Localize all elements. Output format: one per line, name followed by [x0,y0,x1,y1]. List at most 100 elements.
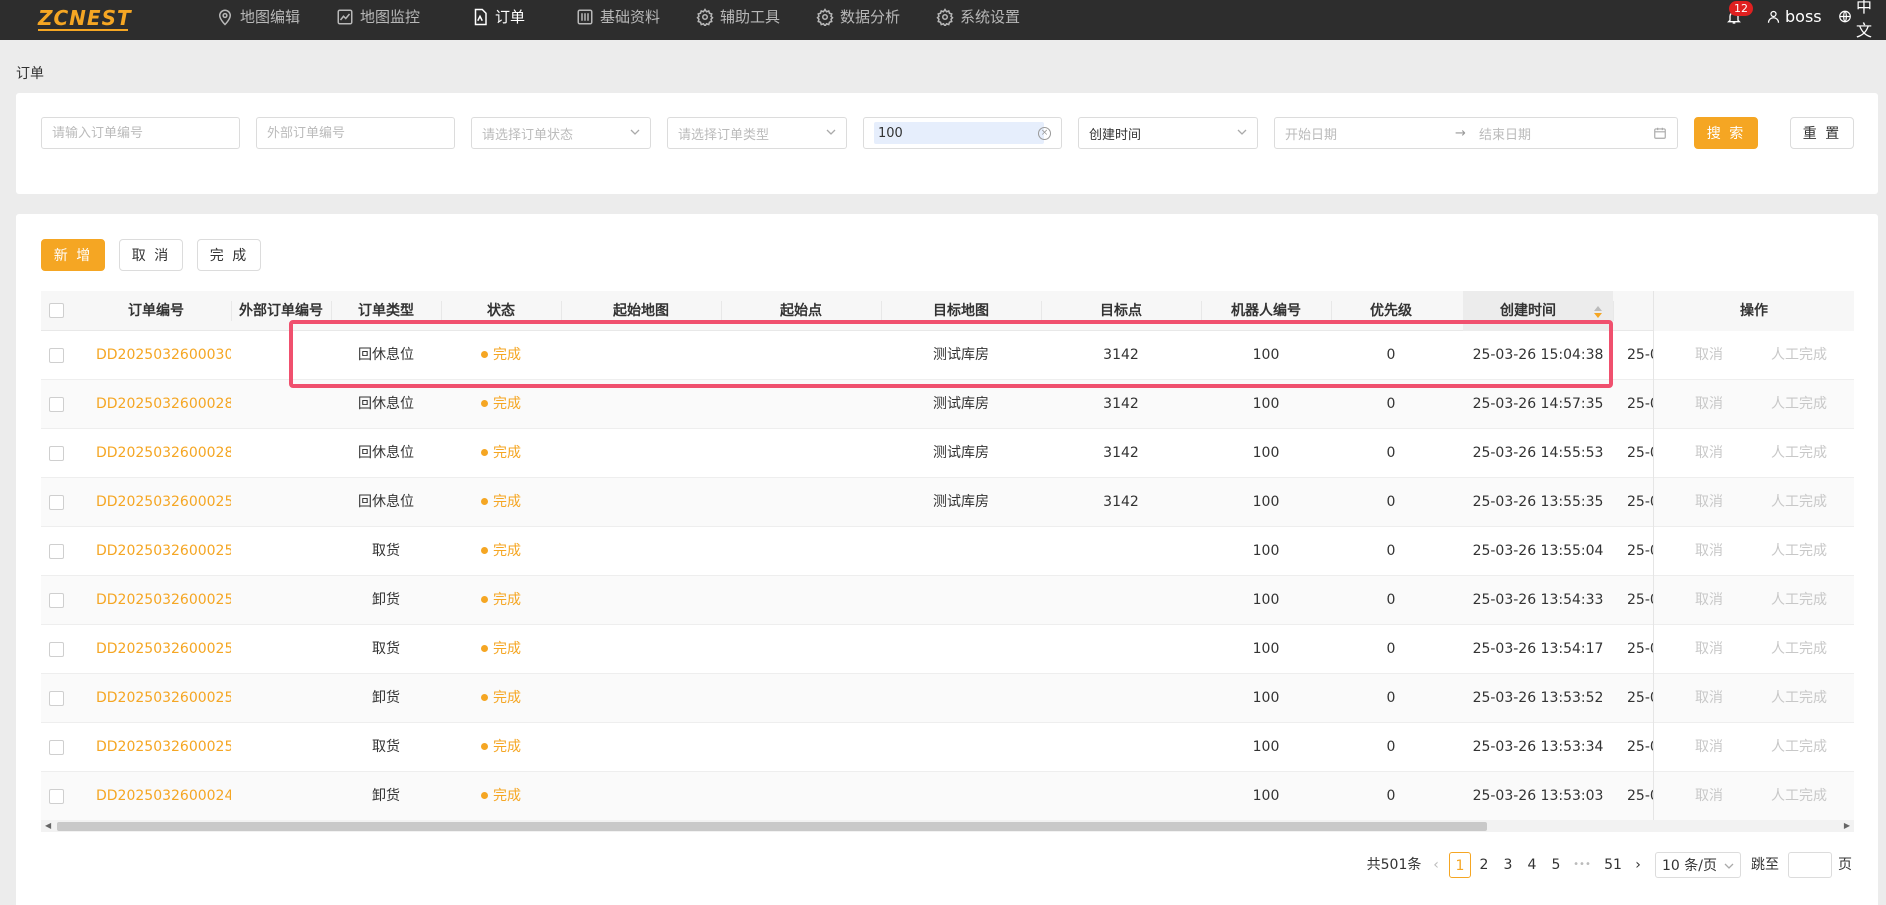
cell-order-no[interactable]: DD20250326000249 [81,772,231,821]
brand-logo[interactable]: ZCNEST [38,6,132,30]
row-checkbox[interactable] [49,593,64,608]
cell-order-no[interactable]: DD20250326000255 [81,478,231,527]
table-row[interactable]: DD20250326000251 卸货 完成 100 0 25-03-26 13:53:5… [41,674,1854,723]
row-checkbox[interactable] [49,348,64,363]
row-manual-complete-button[interactable]: 人工完成 [1754,625,1844,674]
table-row[interactable]: DD20250326000252 取货 完成 100 0 25-03-26 13:54:1… [41,625,1854,674]
page-size-select[interactable]: 10 条/页 [1655,852,1741,878]
reset-button[interactable]: 重 置 [1790,117,1854,149]
row-manual-complete-button[interactable]: 人工完成 [1754,331,1844,380]
nav-item-map-edit[interactable]: 地图编辑 [216,0,300,33]
external-order-input[interactable] [256,117,455,149]
row-checkbox[interactable] [49,495,64,510]
clear-icon[interactable]: × [1038,127,1051,140]
row-checkbox[interactable] [49,642,64,657]
robot-number-value[interactable]: 100 [874,122,1044,144]
cell-order-no[interactable]: DD20250326000254 [81,527,231,576]
row-cancel-button[interactable]: 取消 [1684,674,1734,723]
row-manual-complete-button[interactable]: 人工完成 [1754,429,1844,478]
page-button-2[interactable]: 2 [1473,852,1495,878]
nav-item-aux-tools[interactable]: 辅助工具 [696,0,780,33]
table-row[interactable]: DD20250326000249 卸货 完成 100 0 25-03-26 13:53:0… [41,772,1854,821]
row-cancel-button[interactable]: 取消 [1684,429,1734,478]
date-range-picker[interactable]: 开始日期 → 结束日期 [1274,117,1678,149]
nav-item-map-monitor[interactable]: 地图监控 [336,0,420,33]
row-manual-complete-button[interactable]: 人工完成 [1754,674,1844,723]
header-target-map[interactable]: 目标地图 [881,291,1041,331]
nav-item-orders[interactable]: 订单 [471,0,525,33]
row-cancel-button[interactable]: 取消 [1684,723,1734,772]
table-row[interactable]: DD20250326000253 卸货 完成 100 0 25-03-26 13:54:3… [41,576,1854,625]
order-type-select[interactable]: 请选择订单类型 [667,117,847,149]
header-robot-no[interactable]: 机器人编号 [1201,291,1331,331]
row-cancel-button[interactable]: 取消 [1684,527,1734,576]
scroll-left-icon[interactable]: ◀ [45,821,51,830]
page-button-51[interactable]: 51 [1599,852,1627,878]
nav-item-system-settings[interactable]: 系统设置 [936,0,1020,33]
order-number-input[interactable] [41,117,240,149]
time-field-select[interactable]: 创建时间 [1078,117,1258,149]
header-start-point[interactable]: 起始点 [721,291,881,331]
header-created-at[interactable]: 创建时间 [1463,291,1593,331]
header-external-no[interactable]: 外部订单编号 [231,291,331,331]
search-button[interactable]: 搜 索 [1694,117,1758,149]
header-target-point[interactable]: 目标点 [1041,291,1201,331]
row-manual-complete-button[interactable]: 人工完成 [1754,576,1844,625]
row-checkbox[interactable] [49,446,64,461]
table-row[interactable]: DD20250326000305 回休息位 完成 测试库房 3142 100 0 25-03-… [41,331,1854,380]
page-ellipsis[interactable]: ••• [1569,852,1595,878]
table-row[interactable]: DD20250326000286 回休息位 完成 测试库房 3142 100 0 25-03-… [41,380,1854,429]
nav-item-basic-data[interactable]: 基础资料 [576,0,660,33]
prev-page-icon[interactable]: ‹ [1428,852,1444,878]
row-cancel-button[interactable]: 取消 [1684,625,1734,674]
add-order-button[interactable]: 新 增 [41,239,105,271]
header-type[interactable]: 订单类型 [331,291,441,331]
table-row[interactable]: DD20250326000250 取货 完成 100 0 25-03-26 13:53:3… [41,723,1854,772]
start-date-placeholder[interactable]: 开始日期 [1285,124,1455,143]
scrollbar-thumb[interactable] [57,822,1487,831]
cell-order-no[interactable]: DD20250326000252 [81,625,231,674]
row-manual-complete-button[interactable]: 人工完成 [1754,380,1844,429]
row-cancel-button[interactable]: 取消 [1684,576,1734,625]
row-checkbox[interactable] [49,740,64,755]
header-status[interactable]: 状态 [441,291,561,331]
page-button-5[interactable]: 5 [1545,852,1567,878]
end-date-placeholder[interactable]: 结束日期 [1479,124,1639,143]
cell-order-no[interactable]: DD20250326000286 [81,380,231,429]
row-manual-complete-button[interactable]: 人工完成 [1754,723,1844,772]
table-row[interactable]: DD20250326000281 回休息位 完成 测试库房 3142 100 0 25-03-… [41,429,1854,478]
row-manual-complete-button[interactable]: 人工完成 [1754,527,1844,576]
header-order-no[interactable]: 订单编号 [81,291,231,331]
user-menu[interactable]: boss [1766,0,1822,33]
row-checkbox[interactable] [49,544,64,559]
horizontal-scrollbar[interactable]: ◀ ▶ [41,820,1854,832]
jump-page-input[interactable] [1788,852,1832,878]
row-manual-complete-button[interactable]: 人工完成 [1754,478,1844,527]
select-all-checkbox[interactable] [49,303,64,318]
row-checkbox[interactable] [49,789,64,804]
page-button-1[interactable]: 1 [1449,852,1471,878]
nav-item-data-analysis[interactable]: 数据分析 [816,0,900,33]
table-row[interactable]: DD20250326000254 取货 完成 100 0 25-03-26 13:55:0… [41,527,1854,576]
page-button-4[interactable]: 4 [1521,852,1543,878]
row-checkbox[interactable] [49,397,64,412]
cell-order-no[interactable]: DD20250326000251 [81,674,231,723]
next-page-icon[interactable]: › [1631,852,1645,878]
order-number-field[interactable] [52,125,229,141]
cell-order-no[interactable]: DD20250326000281 [81,429,231,478]
external-order-field[interactable] [267,125,444,141]
row-checkbox[interactable] [49,691,64,706]
row-cancel-button[interactable]: 取消 [1684,380,1734,429]
header-priority[interactable]: 优先级 [1331,291,1451,331]
language-switch[interactable]: 中文 [1838,0,1886,40]
page-button-3[interactable]: 3 [1497,852,1519,878]
cell-order-no[interactable]: DD20250326000305 [81,331,231,380]
table-row[interactable]: DD20250326000255 回休息位 完成 测试库房 3142 100 0 25-03-… [41,478,1854,527]
cell-order-no[interactable]: DD20250326000250 [81,723,231,772]
row-manual-complete-button[interactable]: 人工完成 [1754,772,1844,821]
order-status-select[interactable]: 请选择订单状态 [471,117,651,149]
robot-number-input[interactable]: 100 × [863,117,1062,149]
row-cancel-button[interactable]: 取消 [1684,772,1734,821]
sort-caret-icon[interactable] [1593,305,1603,319]
cell-order-no[interactable]: DD20250326000253 [81,576,231,625]
